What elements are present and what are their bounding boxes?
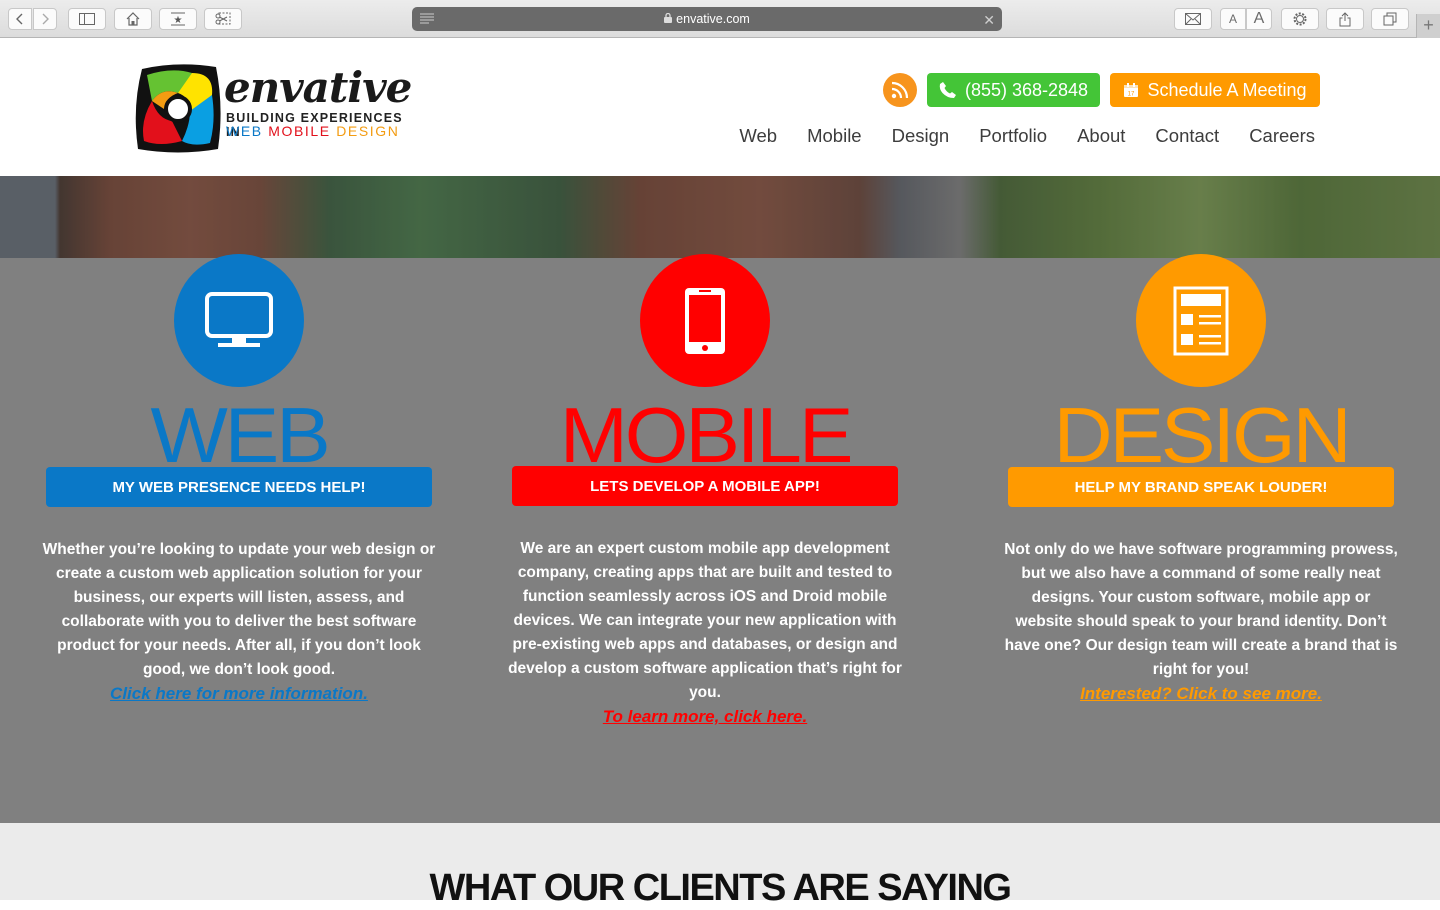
rss-button[interactable] bbox=[883, 73, 917, 107]
services-section: WEB MY WEB PRESENCE NEEDS HELP! Whether … bbox=[0, 254, 1440, 823]
nav-web[interactable]: Web bbox=[739, 125, 777, 147]
service-mobile-text: We are an expert custom mobile app devel… bbox=[508, 540, 902, 701]
forward-icon bbox=[42, 13, 49, 25]
scissors-icon bbox=[215, 12, 231, 25]
home-icon bbox=[126, 12, 140, 26]
logo-subtagline: WEB MOBILE DESIGN bbox=[226, 123, 400, 139]
service-web-cta-button[interactable]: MY WEB PRESENCE NEEDS HELP! bbox=[46, 467, 432, 507]
svg-text:17: 17 bbox=[1128, 92, 1135, 98]
service-web-description: Whether you’re looking to update your we… bbox=[41, 538, 437, 707]
logo-tag-design: DESIGN bbox=[336, 123, 400, 139]
schedule-label: Schedule A Meeting bbox=[1147, 79, 1307, 100]
svg-text:★: ★ bbox=[174, 15, 183, 26]
clip-button[interactable] bbox=[204, 8, 242, 30]
logo-wordmark: envative bbox=[224, 63, 412, 112]
home-button[interactable] bbox=[114, 8, 152, 30]
logo-tag-web: WEB bbox=[226, 123, 263, 139]
service-mobile-cta-button[interactable]: LETS DEVELOP A MOBILE APP! bbox=[512, 466, 898, 506]
close-icon[interactable]: ✕ bbox=[983, 12, 995, 29]
nav-careers[interactable]: Careers bbox=[1249, 125, 1315, 147]
service-mobile-link[interactable]: To learn more, click here. bbox=[603, 705, 807, 729]
gear-icon bbox=[1293, 12, 1307, 26]
new-tab-button[interactable]: + bbox=[1416, 14, 1440, 38]
schedule-meeting-button[interactable]: 17 Schedule A Meeting bbox=[1110, 73, 1320, 107]
tabs-icon bbox=[1383, 12, 1397, 26]
logo-swirl-icon bbox=[135, 64, 221, 153]
service-design-circle bbox=[1136, 254, 1266, 387]
service-web-link[interactable]: Click here for more information. bbox=[110, 682, 368, 706]
address-bar[interactable]: envative.com ✕ bbox=[412, 7, 1002, 31]
bookmarks-icon: ★ bbox=[171, 12, 185, 26]
logo[interactable]: envative BUILDING EXPERIENCES IN WEB MOB… bbox=[132, 61, 412, 156]
back-icon bbox=[16, 13, 23, 25]
mail-button[interactable] bbox=[1174, 8, 1212, 30]
bookmarks-button[interactable]: ★ bbox=[159, 8, 197, 30]
phone-button[interactable]: (855) 368-2848 bbox=[927, 73, 1100, 107]
reader-icon[interactable] bbox=[420, 13, 434, 24]
url-text: envative.com bbox=[676, 12, 750, 26]
lock-icon bbox=[664, 12, 673, 26]
forward-button[interactable] bbox=[33, 8, 57, 30]
nav-about[interactable]: About bbox=[1077, 125, 1125, 147]
service-web-text: Whether you’re looking to update your we… bbox=[42, 541, 436, 678]
monitor-icon bbox=[205, 291, 273, 347]
share-icon bbox=[1339, 11, 1351, 26]
sidebar-icon bbox=[79, 13, 95, 25]
nav-portfolio[interactable]: Portfolio bbox=[979, 125, 1047, 147]
tabs-button[interactable] bbox=[1371, 8, 1409, 30]
share-button[interactable] bbox=[1326, 8, 1364, 30]
nav-contact[interactable]: Contact bbox=[1155, 125, 1219, 147]
clients-heading: WHAT OUR CLIENTS ARE SAYING bbox=[429, 867, 1012, 909]
smartphone-icon bbox=[685, 287, 725, 354]
font-larger-button[interactable]: A bbox=[1246, 8, 1272, 30]
sidebar-button[interactable] bbox=[68, 8, 106, 30]
rss-icon bbox=[891, 81, 909, 99]
service-web-circle bbox=[174, 254, 304, 387]
back-button[interactable] bbox=[8, 8, 32, 30]
mail-icon bbox=[1185, 13, 1201, 25]
service-design-cta-button[interactable]: HELP MY BRAND SPEAK LOUDER! bbox=[1008, 467, 1394, 507]
browser-toolbar: ★ envative.com ✕ A A + bbox=[0, 0, 1440, 38]
site-header: envative BUILDING EXPERIENCES IN WEB MOB… bbox=[0, 39, 1440, 176]
settings-button[interactable] bbox=[1281, 8, 1319, 30]
nav-design[interactable]: Design bbox=[892, 125, 950, 147]
nav-mobile[interactable]: Mobile bbox=[807, 125, 862, 147]
service-mobile-circle bbox=[640, 254, 770, 387]
calendar-icon: 17 bbox=[1124, 83, 1139, 98]
phone-number: (855) 368-2848 bbox=[964, 79, 1089, 100]
font-smaller-button[interactable]: A bbox=[1220, 8, 1246, 30]
service-design-link[interactable]: Interested? Click to see more. bbox=[1080, 682, 1322, 706]
hero-image bbox=[0, 176, 1440, 258]
service-design-text: Not only do we have software programming… bbox=[1004, 541, 1398, 678]
logo-tag-mobile: MOBILE bbox=[268, 123, 331, 139]
layout-icon bbox=[1173, 286, 1229, 355]
phone-icon bbox=[939, 82, 956, 98]
main-nav: Web Mobile Design Portfolio About Contac… bbox=[739, 125, 1315, 147]
service-design-description: Not only do we have software programming… bbox=[1003, 538, 1399, 707]
service-mobile-description: We are an expert custom mobile app devel… bbox=[507, 537, 903, 730]
clients-section: WHAT OUR CLIENTS ARE SAYING bbox=[0, 823, 1440, 909]
